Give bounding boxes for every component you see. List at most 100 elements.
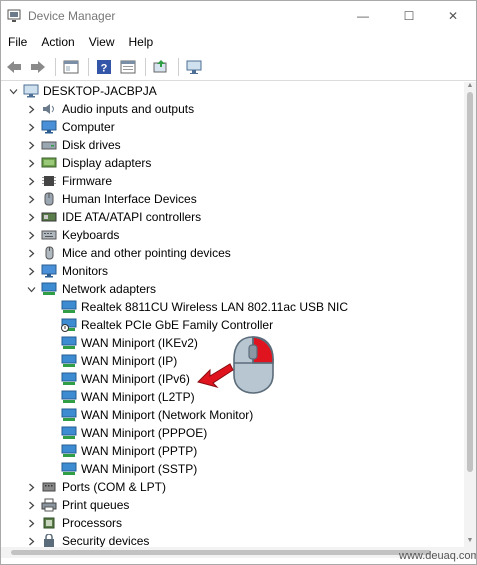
firmware-icon — [42, 176, 56, 186]
tree-category-ports-com-lpt[interactable]: Ports (COM & LPT) — [1, 478, 464, 496]
network-adapter-icon — [41, 282, 57, 295]
help-button[interactable]: ? — [93, 56, 115, 78]
tree-category-security-devices[interactable]: Security devices — [1, 532, 464, 547]
title-bar: Device Manager — ☐ ✕ — [1, 1, 476, 31]
tree-device-item[interactable]: Realtek PCIe GbE Family Controller — [1, 316, 464, 334]
tree-category-label: IDE ATA/ATAPI controllers — [62, 210, 202, 224]
maximize-button[interactable]: ☐ — [386, 1, 432, 31]
tree-category-label: Print queues — [62, 498, 130, 512]
tree-category-processors[interactable]: Processors — [1, 514, 464, 532]
network-child-icon — [61, 426, 77, 439]
menu-bar: File Action View Help — [1, 31, 476, 53]
minimize-button[interactable]: — — [340, 1, 386, 31]
update-driver-button[interactable] — [150, 56, 172, 78]
forward-arrow-icon — [31, 60, 45, 73]
tree-category-label: Audio inputs and outputs — [62, 102, 195, 116]
expand-chevron-icon[interactable] — [25, 478, 37, 496]
toolbar-separator — [178, 57, 179, 76]
horizontal-scrollbar[interactable] — [1, 547, 464, 558]
toolbar-separator — [145, 57, 146, 76]
vertical-scroll-thumb[interactable] — [467, 92, 473, 472]
tree-device-label: Realtek 8811CU Wireless LAN 802.11ac USB… — [81, 300, 348, 314]
vertical-scrollbar[interactable]: ▲ ▼ — [464, 82, 476, 547]
back-arrow-icon — [7, 60, 21, 73]
horizontal-scroll-thumb[interactable] — [11, 550, 431, 555]
expand-chevron-icon[interactable] — [25, 262, 37, 280]
menu-help[interactable]: Help — [122, 31, 161, 53]
back-button[interactable] — [3, 56, 25, 78]
expand-chevron-icon[interactable] — [25, 172, 37, 190]
tree-category-disk-drives[interactable]: Disk drives — [1, 136, 464, 154]
tree-category-display-adapters[interactable]: Display adapters — [1, 154, 464, 172]
properties-icon — [63, 60, 79, 73]
scan-hardware-button[interactable] — [183, 56, 205, 78]
tree-root[interactable]: DESKTOP-JACBPJA — [1, 82, 464, 100]
expand-chevron-icon[interactable] — [25, 190, 37, 208]
properties-button[interactable] — [60, 56, 82, 78]
expand-chevron-icon[interactable] — [25, 100, 37, 118]
expand-chevron-icon[interactable] — [25, 226, 37, 244]
tree-category-label: Processors — [62, 516, 123, 530]
security-device-icon — [44, 534, 54, 547]
tree-category-computer[interactable]: Computer — [1, 118, 464, 136]
tree-category-label: Network adapters — [62, 282, 157, 296]
toolbar-separator — [55, 57, 56, 76]
scroll-down-icon[interactable]: ▼ — [466, 537, 474, 545]
tree-category-audio-inputs-and-outputs[interactable]: Audio inputs and outputs — [1, 100, 464, 118]
tree-device-item[interactable]: WAN Miniport (PPPOE) — [1, 424, 464, 442]
forward-button[interactable] — [27, 56, 49, 78]
expand-chevron-icon[interactable] — [25, 136, 37, 154]
tree-category-label: Disk drives — [62, 138, 121, 152]
expand-chevron-icon[interactable] — [25, 514, 37, 532]
tree-device-item[interactable]: WAN Miniport (PPTP) — [1, 442, 464, 460]
view-button[interactable] — [117, 56, 139, 78]
minimize-icon: — — [357, 9, 369, 23]
collapse-chevron-icon[interactable] — [25, 280, 37, 298]
tree-category-label: Monitors — [62, 264, 109, 278]
computer-name: DESKTOP-JACBPJA — [43, 84, 157, 98]
device-manager-app-icon — [7, 9, 21, 22]
expand-chevron-icon[interactable] — [25, 208, 37, 226]
close-button[interactable]: ✕ — [430, 1, 476, 31]
computer-root-icon — [23, 84, 39, 98]
network-child-icon — [61, 336, 77, 349]
tree-category-keyboards[interactable]: Keyboards — [1, 226, 464, 244]
expand-chevron-icon[interactable] — [25, 496, 37, 514]
tree-category-label: Computer — [62, 120, 115, 134]
network-child-icon — [61, 408, 77, 421]
tree-device-label: WAN Miniport (L2TP) — [81, 390, 195, 404]
expand-chevron-icon[interactable] — [25, 118, 37, 136]
collapse-chevron-icon[interactable] — [7, 82, 19, 100]
ide-controller-icon — [41, 212, 57, 222]
tree-device-item[interactable]: WAN Miniport (SSTP) — [1, 460, 464, 478]
disk-drive-icon — [41, 141, 57, 150]
network-child-icon — [61, 390, 77, 403]
tree-category-network-adapters[interactable]: Network adapters — [1, 280, 464, 298]
menu-file[interactable]: File — [1, 31, 34, 53]
tree-category-label: Firmware — [62, 174, 112, 188]
tree-device-label: WAN Miniport (IKEv2) — [81, 336, 198, 350]
tree-device-item[interactable]: WAN Miniport (Network Monitor) — [1, 406, 464, 424]
tree-category-print-queues[interactable]: Print queues — [1, 496, 464, 514]
tree-category-mice-and-other-pointing-devices[interactable]: Mice and other pointing devices — [1, 244, 464, 262]
menu-action[interactable]: Action — [34, 31, 81, 53]
menu-view[interactable]: View — [82, 31, 122, 53]
tree-device-item[interactable]: Realtek 8811CU Wireless LAN 802.11ac USB… — [1, 298, 464, 316]
scan-hardware-icon — [186, 60, 202, 74]
scroll-up-icon[interactable]: ▲ — [466, 82, 474, 90]
processor-icon — [43, 517, 55, 529]
mouse-right-click-illustration — [233, 336, 274, 394]
expand-chevron-icon[interactable] — [25, 532, 37, 547]
toolbar-separator — [88, 57, 89, 76]
expand-chevron-icon[interactable] — [25, 244, 37, 262]
tree-category-ide-ata-atapi-controllers[interactable]: IDE ATA/ATAPI controllers — [1, 208, 464, 226]
tree-category-monitors[interactable]: Monitors — [1, 262, 464, 280]
device-manager-window: Device Manager — ☐ ✕ File Action View He… — [0, 0, 477, 565]
tree-category-human-interface-devices[interactable]: Human Interface Devices — [1, 190, 464, 208]
hid-icon — [44, 192, 54, 206]
tree-category-firmware[interactable]: Firmware — [1, 172, 464, 190]
close-icon: ✕ — [447, 9, 459, 23]
help-icon: ? — [97, 59, 111, 74]
expand-chevron-icon[interactable] — [25, 154, 37, 172]
tree-category-label: Ports (COM & LPT) — [62, 480, 167, 494]
